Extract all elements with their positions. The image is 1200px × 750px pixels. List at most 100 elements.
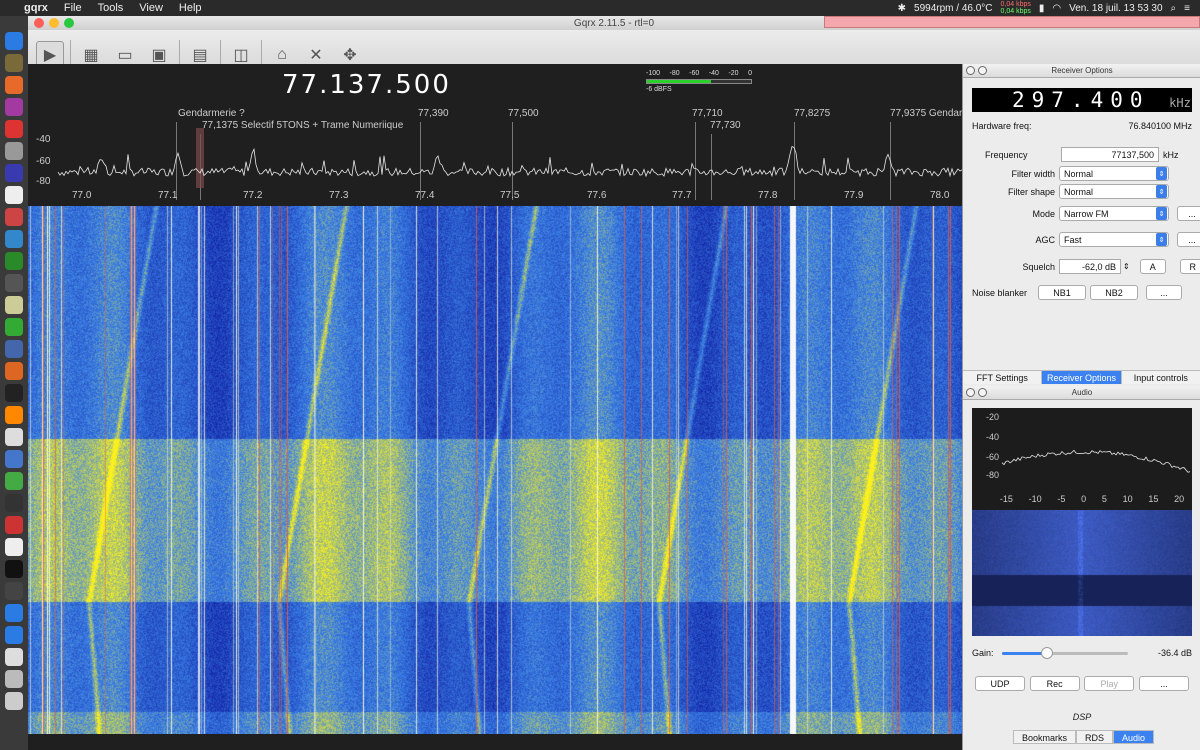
app-icon[interactable]	[5, 98, 23, 116]
menu-tools[interactable]: Tools	[90, 2, 132, 14]
tab-input-controls[interactable]: Input controls	[1121, 371, 1200, 384]
app-icon[interactable]	[5, 120, 23, 138]
menu-app-name[interactable]: gqrx	[16, 2, 56, 14]
app-icon[interactable]	[5, 560, 23, 578]
lcd-offset-display[interactable]: 297.400 kHz	[972, 88, 1192, 112]
wifi-icon[interactable]: ◠	[1052, 3, 1061, 14]
freq-axis-label: 77.8	[758, 190, 778, 201]
filter-width-row: Filter width Normal ⇕	[983, 166, 1169, 181]
filter-shape-select[interactable]: Normal ⇕	[1059, 184, 1169, 199]
terminal-icon[interactable]	[5, 274, 23, 292]
frequency-input[interactable]: 77137,500	[1061, 147, 1159, 162]
app-icon[interactable]	[5, 340, 23, 358]
tab-receiver-options[interactable]: Receiver Options	[1042, 371, 1122, 384]
nb2-button[interactable]: NB2	[1090, 285, 1138, 300]
tab-rds[interactable]: RDS	[1076, 730, 1114, 744]
mode-options-button[interactable]: ...	[1177, 206, 1200, 221]
search-icon[interactable]: ⌕	[1171, 3, 1177, 14]
app-icon[interactable]	[5, 516, 23, 534]
vlc-icon[interactable]	[5, 406, 23, 424]
squelch-auto-button[interactable]: A	[1139, 259, 1166, 274]
app-icon[interactable]	[5, 362, 23, 380]
firefox-icon[interactable]	[5, 76, 23, 94]
battery-icon[interactable]: ▮	[1039, 3, 1045, 14]
app-icon[interactable]	[5, 670, 23, 688]
app-icon[interactable]	[5, 186, 23, 204]
agc-select[interactable]: Fast ⇕	[1059, 232, 1169, 247]
app-icon[interactable]	[5, 472, 23, 490]
udp-button[interactable]: UDP	[975, 676, 1025, 691]
menu-help[interactable]: Help	[171, 2, 210, 14]
spectrum-plotter[interactable]: 77.137.500 -100 -80 -60 -40 -20 0 -6 dBF…	[28, 64, 987, 734]
noise-blanker-row: Noise blanker NB1 NB2 ...	[972, 285, 1182, 300]
app-icon[interactable]	[5, 538, 23, 556]
app-icon[interactable]	[5, 142, 23, 160]
squelch-reset-button[interactable]: R	[1179, 259, 1200, 274]
audio-titlebar[interactable]: Audio	[963, 386, 1200, 400]
app-icon[interactable]	[5, 494, 23, 512]
squelch-input[interactable]: -62,0 dB	[1059, 259, 1121, 274]
nb-label: Noise blanker	[972, 287, 1028, 298]
menu-status-area: ✱ 5994rpm / 46.0°C 0,04 kbps 0,04 kbps ▮…	[898, 1, 1200, 15]
spectrum-trace[interactable]	[28, 128, 962, 188]
bookmark-label[interactable]: Gendarmerie ?	[178, 108, 245, 119]
receiver-options-titlebar[interactable]: Receiver Options	[963, 64, 1200, 78]
agc-options-button[interactable]: ...	[1177, 232, 1200, 247]
folder-icon[interactable]	[5, 626, 23, 644]
app-icon[interactable]	[5, 230, 23, 248]
nb1-button[interactable]: NB1	[1038, 285, 1086, 300]
gain-slider-handle[interactable]	[1040, 646, 1053, 659]
gqrx-icon[interactable]	[5, 54, 23, 72]
bookmark-label[interactable]: 77,390	[418, 108, 449, 119]
app-icon[interactable]	[5, 252, 23, 270]
app-icon[interactable]	[5, 318, 23, 336]
signal-meter: -100 -80 -60 -40 -20 0 -6 dBFS	[646, 70, 752, 100]
close-panel-icon[interactable]	[966, 66, 975, 75]
app-icon[interactable]	[5, 428, 23, 446]
freq-axis-label: 77.0	[72, 190, 92, 201]
freq-axis-label: 77.7	[672, 190, 692, 201]
app-icon[interactable]	[5, 582, 23, 600]
bookmark-label[interactable]: 77,8275	[794, 108, 830, 119]
app-icon[interactable]	[5, 648, 23, 666]
app-icon[interactable]	[5, 384, 23, 402]
menu-view[interactable]: View	[131, 2, 171, 14]
app-icon[interactable]	[5, 164, 23, 182]
tab-bookmarks[interactable]: Bookmarks	[1013, 730, 1077, 744]
bookmark-label[interactable]: 77,500	[508, 108, 539, 119]
close-panel-icon[interactable]	[966, 388, 975, 397]
filter-width-select[interactable]: Normal ⇕	[1059, 166, 1169, 181]
finder-icon[interactable]	[5, 32, 23, 50]
fan-status[interactable]: 5994rpm / 46.0°C	[914, 3, 993, 14]
filter-width-value: Normal	[1064, 168, 1094, 179]
rec-button[interactable]: Rec	[1029, 676, 1080, 691]
play-button[interactable]: Play	[1084, 676, 1135, 691]
folder-icon[interactable]	[5, 604, 23, 622]
trash-icon[interactable]	[5, 692, 23, 710]
app-icon[interactable]	[5, 450, 23, 468]
net-up: 0,04 kbps	[1000, 1, 1031, 8]
waterfall-display[interactable]	[28, 206, 962, 734]
nb-options-button[interactable]: ...	[1146, 285, 1182, 300]
gain-slider[interactable]	[1001, 646, 1128, 659]
window-titlebar[interactable]: Gqrx 2.11.5 - rtl=0	[28, 16, 1200, 30]
squelch-stepper[interactable]: ⇕	[1123, 262, 1130, 271]
mode-select[interactable]: Narrow FM ⇕	[1059, 206, 1169, 221]
app-icon[interactable]	[5, 208, 23, 226]
float-panel-icon[interactable]	[978, 388, 987, 397]
network-rate[interactable]: 0,04 kbps 0,04 kbps	[1001, 1, 1031, 15]
chevron-down-icon: ⇕	[1156, 233, 1167, 246]
bookmark-label[interactable]: 77,710	[692, 108, 723, 119]
audio-fft-plot[interactable]: -20 -40 -60 -80 -15 -10 -5 0 5 10 15 20	[972, 408, 1192, 636]
tab-audio[interactable]: Audio	[1113, 730, 1155, 744]
float-panel-icon[interactable]	[978, 66, 987, 75]
tab-fft-settings[interactable]: FFT Settings	[963, 371, 1043, 384]
receiver-options-title: Receiver Options	[1051, 66, 1113, 75]
frequency-display[interactable]: 77.137.500	[282, 70, 451, 100]
datetime[interactable]: Ven. 18 juil. 13 53 30	[1069, 3, 1162, 14]
fan-icon[interactable]: ✱	[898, 3, 906, 14]
app-icon[interactable]	[5, 296, 23, 314]
menu-file[interactable]: File	[56, 2, 90, 14]
audio-options-button[interactable]: ...	[1138, 676, 1189, 691]
menu-list-icon[interactable]: ≡	[1184, 3, 1190, 14]
